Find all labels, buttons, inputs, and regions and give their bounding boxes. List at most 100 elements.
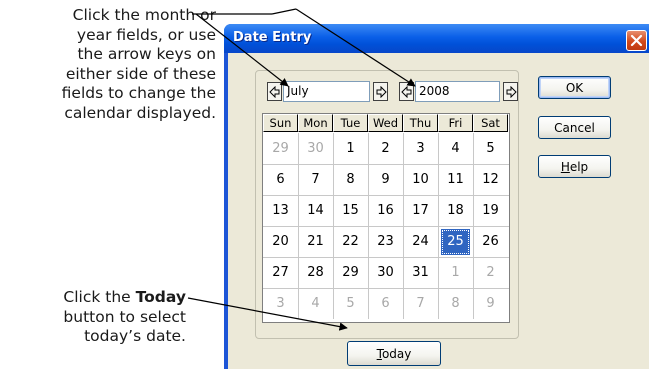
callout-line: Click the Today [0, 288, 186, 308]
day-cell[interactable]: 5 [473, 133, 508, 164]
dialog-title: Date Entry [233, 30, 312, 45]
year-prev-button[interactable] [399, 82, 414, 101]
day-cell[interactable]: 27 [263, 257, 298, 288]
close-button[interactable] [626, 30, 647, 51]
calendar-grid: Sun Mon Tue Wed Thu Fri Sat 29 30 1 2 3 4 5 6 7 8 9 10 11 1… [262, 113, 510, 323]
arrow-left-icon [269, 86, 280, 98]
day-number: 1 [346, 141, 355, 156]
day-cell[interactable]: 29 [333, 257, 368, 288]
day-cell[interactable]: 20 [263, 226, 298, 257]
day-cell[interactable]: 3 [403, 133, 438, 164]
day-number: 10 [412, 172, 429, 187]
today-button[interactable]: Today [347, 341, 441, 366]
day-number: 13 [272, 203, 289, 218]
day-cell[interactable]: 6 [368, 288, 403, 319]
day-cell[interactable]: 8 [438, 288, 473, 319]
help-button[interactable]: Help [538, 155, 611, 178]
day-cell[interactable]: 10 [403, 164, 438, 195]
day-cell[interactable]: 5 [333, 288, 368, 319]
day-cell[interactable]: 4 [438, 133, 473, 164]
callout-today: Click the Today button to select today’s… [0, 288, 186, 347]
day-number: 7 [311, 172, 320, 187]
day-cell[interactable]: 7 [298, 164, 333, 195]
day-number: 12 [482, 172, 499, 187]
day-cell[interactable]: 1 [438, 257, 473, 288]
day-number: 5 [346, 296, 355, 311]
callout-line: Click the month or [72, 6, 216, 24]
year-next-button[interactable] [503, 82, 518, 101]
day-cell[interactable]: 30 [298, 133, 333, 164]
day-number: 5 [486, 141, 495, 156]
day-cell[interactable]: 14 [298, 195, 333, 226]
day-number: 11 [447, 172, 464, 187]
day-cell[interactable]: 26 [473, 226, 508, 257]
grid-column-divider [438, 133, 439, 319]
day-cell[interactable]: 1 [333, 133, 368, 164]
day-number: 15 [342, 203, 359, 218]
day-cell[interactable]: 17 [403, 195, 438, 226]
callout-bold: Today [135, 288, 186, 306]
day-header-fri: Fri [438, 114, 473, 132]
day-cell[interactable]: 29 [263, 133, 298, 164]
today-label: oday [381, 346, 412, 361]
day-cell[interactable]: 8 [333, 164, 368, 195]
day-cell-selected[interactable]: 25 [438, 226, 473, 257]
day-header-tue: Tue [333, 114, 368, 132]
day-number: 23 [377, 234, 394, 249]
day-number: 30 [377, 265, 394, 280]
day-header-sun: Sun [263, 114, 298, 132]
day-number: 28 [307, 265, 324, 280]
day-number: 25 [441, 229, 470, 255]
day-cell[interactable]: 18 [438, 195, 473, 226]
day-number: 14 [307, 203, 324, 218]
grid-column-divider [368, 133, 369, 319]
day-cell[interactable]: 28 [298, 257, 333, 288]
arrow-left-icon [401, 86, 412, 98]
cancel-button[interactable]: Cancel [538, 116, 611, 139]
day-header-thu: Thu [403, 114, 438, 132]
day-cell[interactable]: 30 [368, 257, 403, 288]
day-number: 8 [451, 296, 460, 311]
day-cell[interactable]: 19 [473, 195, 508, 226]
month-field[interactable]: July [283, 81, 370, 102]
day-number: 4 [451, 141, 460, 156]
callout-line: either side of these [65, 64, 216, 83]
day-cell[interactable]: 24 [403, 226, 438, 257]
day-number: 1 [451, 265, 460, 280]
day-number: 3 [416, 141, 425, 156]
callout-line: today’s date. [84, 327, 186, 345]
day-cell[interactable]: 15 [333, 195, 368, 226]
callout-text: Click the [63, 288, 131, 306]
day-cell[interactable]: 4 [298, 288, 333, 319]
help-label: elp [569, 159, 589, 174]
day-cell[interactable]: 6 [263, 164, 298, 195]
day-cell[interactable]: 3 [263, 288, 298, 319]
arrow-right-icon [506, 86, 517, 98]
year-field[interactable]: 2008 [415, 81, 500, 102]
day-number: 30 [307, 141, 324, 156]
month-prev-button[interactable] [267, 82, 282, 101]
day-cell[interactable]: 7 [403, 288, 438, 319]
title-bar[interactable]: Date Entry [224, 24, 649, 53]
day-cell[interactable]: 13 [263, 195, 298, 226]
day-number: 6 [381, 296, 390, 311]
day-cell[interactable]: 11 [438, 164, 473, 195]
day-cell[interactable]: 12 [473, 164, 508, 195]
month-next-button[interactable] [373, 82, 388, 101]
arrow-right-icon [376, 86, 387, 98]
day-cell[interactable]: 9 [473, 288, 508, 319]
day-cell[interactable]: 16 [368, 195, 403, 226]
callout-line: the arrow keys on [77, 45, 216, 63]
day-number: 3 [276, 296, 285, 311]
day-cell[interactable]: 2 [473, 257, 508, 288]
ok-button[interactable]: OK [538, 76, 611, 99]
day-number: 7 [416, 296, 425, 311]
day-cell[interactable]: 21 [298, 226, 333, 257]
day-cell[interactable]: 23 [368, 226, 403, 257]
day-cell[interactable]: 22 [333, 226, 368, 257]
day-number: 16 [377, 203, 394, 218]
grid-column-divider [333, 133, 334, 319]
day-cell[interactable]: 2 [368, 133, 403, 164]
day-cell[interactable]: 31 [403, 257, 438, 288]
day-cell[interactable]: 9 [368, 164, 403, 195]
